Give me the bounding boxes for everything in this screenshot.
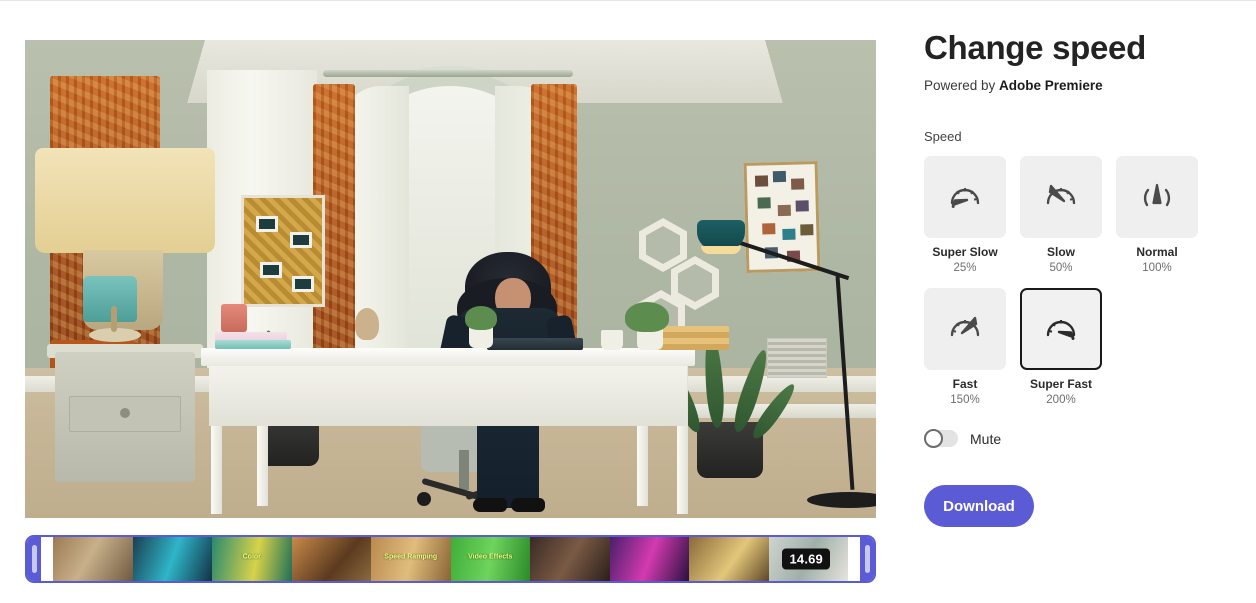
settings-panel: Change speed Powered by Adobe Premiere S… <box>924 29 1234 528</box>
list-item[interactable] <box>53 537 133 581</box>
thumbnail-strip[interactable]: Color Speed Ramping Video Effects 14.69 <box>53 537 848 581</box>
speed-option-super-slow[interactable]: Super Slow 25% <box>924 156 1006 274</box>
gauge-slow-icon <box>945 175 985 220</box>
video-frame <box>25 40 876 518</box>
speed-option-label: Slow <box>1046 245 1075 260</box>
gauge-normal-icon <box>1137 175 1177 220</box>
speed-option-label: Super Fast <box>1029 377 1092 392</box>
speed-option-label: Fast <box>952 377 978 392</box>
list-item[interactable] <box>609 537 689 581</box>
speed-options-grid: Super Slow 25% Slow 50% Normal 100% Fast… <box>924 156 1234 406</box>
speed-tile-super-slow[interactable] <box>924 156 1006 239</box>
list-item[interactable] <box>291 537 371 581</box>
timeline-right-gap <box>848 537 860 581</box>
speed-option-slow[interactable]: Slow 50% <box>1020 156 1102 274</box>
speed-tile-normal[interactable] <box>1116 156 1198 239</box>
powered-by-brand: Adobe Premiere <box>999 78 1103 94</box>
timeline-filmstrip[interactable]: Color Speed Ramping Video Effects 14.69 <box>25 535 876 583</box>
mute-label: Mute <box>970 430 1002 447</box>
speed-section-label: Speed <box>924 129 962 145</box>
speed-option-percent: 50% <box>1049 262 1073 275</box>
list-item[interactable] <box>530 537 610 581</box>
list-item[interactable] <box>132 537 212 581</box>
list-item[interactable]: Color <box>212 537 292 581</box>
mute-toggle[interactable] <box>924 429 958 449</box>
list-item[interactable]: Video Effects <box>450 537 530 581</box>
mute-toggle-knob <box>924 429 943 449</box>
gauge-fast-icon <box>945 307 985 352</box>
speed-tile-super-fast[interactable] <box>1020 288 1102 371</box>
thumbnail-overlay-label: Color <box>242 553 261 561</box>
page-title: Change speed <box>924 29 1146 66</box>
mute-row: Mute <box>924 429 1234 449</box>
speed-option-fast[interactable]: Fast 150% <box>924 288 1006 406</box>
speed-tile-fast[interactable] <box>924 288 1006 371</box>
duration-badge: 14.69 <box>782 548 830 570</box>
speed-option-normal[interactable]: Normal 100% <box>1116 156 1198 274</box>
timeline-left-gap <box>41 537 53 581</box>
download-button[interactable]: Download <box>924 485 1034 528</box>
speed-option-label: Super Slow <box>932 245 998 260</box>
speed-option-percent: 100% <box>1142 262 1172 275</box>
top-divider <box>0 0 1256 1</box>
gauge-slower-icon <box>1041 175 1081 220</box>
speed-option-percent: 200% <box>1046 394 1076 407</box>
thumbnail-overlay-label: Video Effects <box>468 553 513 561</box>
video-preview[interactable] <box>25 40 876 518</box>
speed-option-label: Normal <box>1136 245 1178 260</box>
trim-handle-right[interactable] <box>860 537 874 581</box>
list-item[interactable] <box>689 537 769 581</box>
speed-option-super-fast[interactable]: Super Fast 200% <box>1020 288 1102 406</box>
trim-handle-left-grip <box>31 545 37 573</box>
speed-option-percent: 25% <box>953 262 977 275</box>
speed-tile-slow[interactable] <box>1020 156 1102 239</box>
list-item[interactable]: Speed Ramping <box>371 537 451 581</box>
speed-option-percent: 150% <box>950 394 980 407</box>
trim-handle-left[interactable] <box>27 537 41 581</box>
powered-by-prefix: Powered by <box>924 78 1000 94</box>
gauge-super-fast-icon <box>1041 307 1081 352</box>
powered-by-text: Powered by Adobe Premiere <box>924 78 1234 93</box>
thumbnail-overlay-label: Speed Ramping <box>384 553 438 561</box>
trim-handle-right-grip <box>864 545 870 573</box>
